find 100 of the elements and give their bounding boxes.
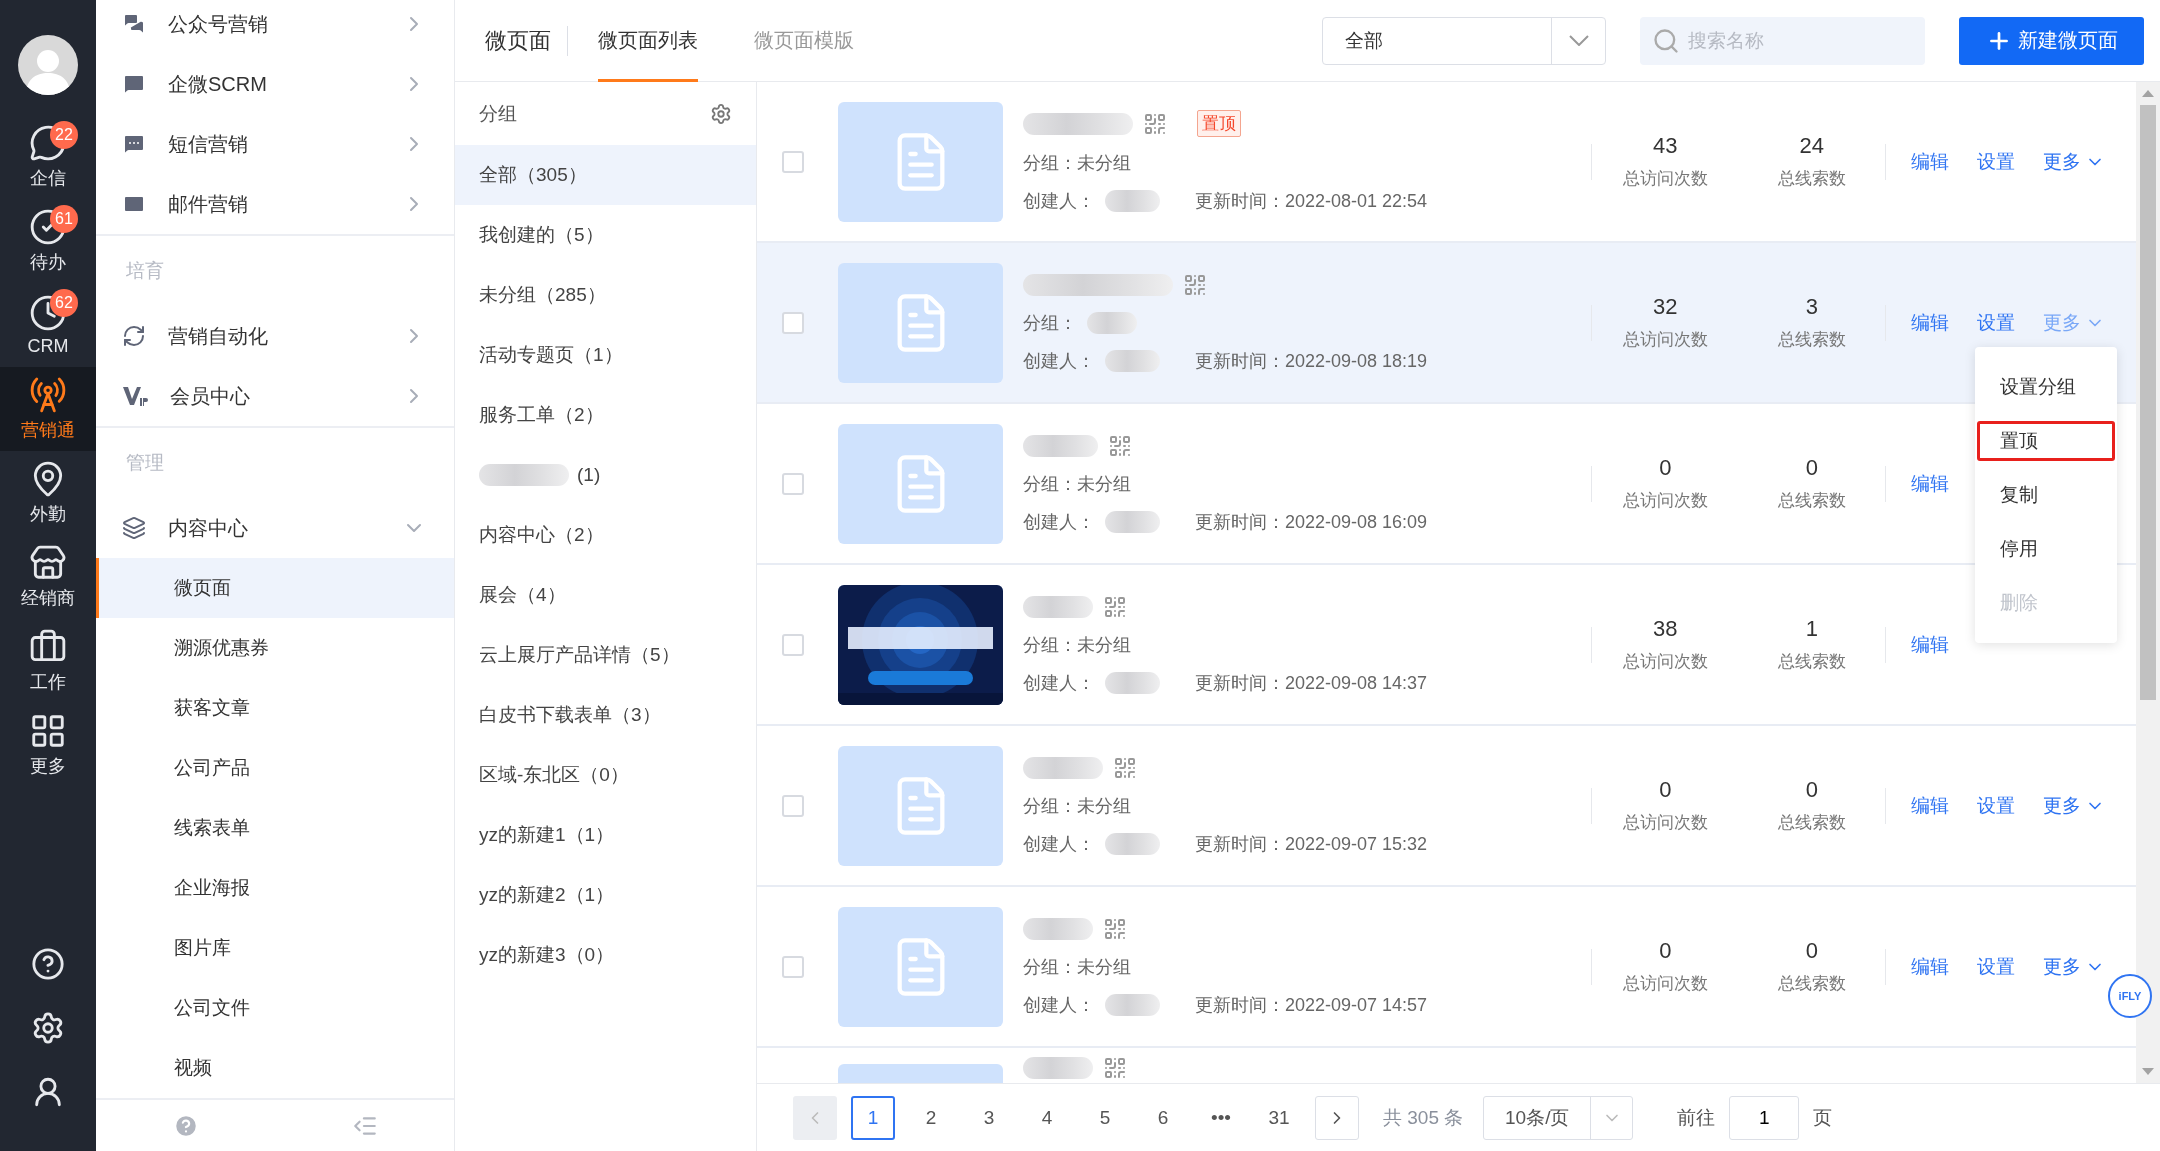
group-text: 分组： [1023,311,1077,335]
action-link[interactable]: 设置 [1977,148,2015,175]
stat-label: 总线索数 [1777,973,1846,995]
group-item[interactable]: 未分组（285） [455,265,756,325]
lead-count: 0 [1805,938,1818,964]
creator-label: 创建人： [1023,510,1095,534]
visit-count: 38 [1653,616,1678,642]
nav-subitem[interactable]: 公司文件 [96,978,454,1038]
page-button[interactable]: 1 [851,1095,895,1140]
stat-label: 总线索数 [1777,812,1846,834]
count-badge: 22 [50,121,78,149]
action-link[interactable]: 编辑 [1911,792,1949,819]
tab[interactable]: 微页面列表 [598,0,698,82]
lead-count: 3 [1805,294,1818,320]
action-link[interactable]: 编辑 [1911,470,1949,497]
section-title: 管理 [125,451,165,475]
group-item[interactable]: yz的新建2（1） [455,865,756,925]
creator-label: 创建人： [1023,349,1095,373]
nav-subitem[interactable]: 公司产品 [96,738,454,798]
menu-item[interactable]: 复制 [1977,475,2115,515]
stat-label: 总访问次数 [1622,973,1708,995]
page-size-select[interactable]: 10条/页 [1483,1095,1634,1140]
creator-label: 创建人： [1023,832,1095,856]
nav-subitem[interactable]: 图片库 [96,918,454,978]
rail-item[interactable]: 外勤 [0,451,96,535]
creator-label: 创建人： [1023,993,1095,1017]
rail-item[interactable]: 经销商 [0,535,96,619]
action-link[interactable]: 编辑 [1911,309,1949,336]
nav-item[interactable]: 内容中心 [96,498,454,558]
group-item[interactable]: 云上展厅产品详情（5） [455,625,756,685]
nav-item[interactable]: 会员中心 [96,366,454,426]
more-link[interactable]: 更多 [2043,148,2105,175]
group-item[interactable]: 我创建的（5） [455,205,756,265]
stat-label: 总线索数 [1777,490,1846,512]
more-link[interactable]: 更多 [2043,953,2105,980]
search-field[interactable]: 搜索名称 [1640,16,1925,65]
action-link[interactable]: 设置 [1977,953,2015,980]
updated-time: 更新时间：2022-09-08 16:09 [1195,510,1428,534]
lead-count: 0 [1805,777,1818,803]
group-text: 分组：未分组 [1023,152,1131,175]
action-link[interactable]: 编辑 [1911,148,1949,175]
group-item[interactable]: yz的新建1（1） [455,805,756,865]
nav-item[interactable]: 邮件营销 [96,174,454,234]
rail-item[interactable]: 企信 22 [0,115,96,199]
action-link[interactable]: 编辑 [1911,631,1949,658]
goto-suffix: 页 [1813,1105,1833,1130]
rail-item[interactable]: 营销通 [0,367,96,451]
visit-count: 0 [1659,938,1672,964]
nav-subitem[interactable]: 线索表单 [96,798,454,858]
group-item[interactable]: 全部（305） [455,145,756,205]
create-button[interactable]: 新建微页面 [1959,16,2144,65]
count-badge: 61 [50,205,78,233]
group-item[interactable]: 区域-东北区（0） [455,745,756,805]
creator-label: 创建人： [1023,190,1095,213]
updated-time: 更新时间：2022-09-08 14:37 [1195,671,1428,695]
rail-item[interactable]: CRM 62 [0,283,96,367]
group-text: 分组：未分组 [1023,794,1131,818]
nav-subitem[interactable]: 微页面 [96,558,454,618]
rail-item[interactable]: 待办 61 [0,199,96,283]
updated-time: 更新时间：2022-09-07 14:57 [1195,993,1428,1017]
stat-label: 总线索数 [1777,329,1846,351]
nav-item[interactable]: 企微SCRM [96,54,454,114]
groups-title: 分组 [479,101,517,126]
filter-select[interactable]: 全部 [1322,16,1606,65]
more-link[interactable]: 更多 [2043,792,2105,819]
nav-subitem[interactable]: 视频 [96,1038,454,1098]
rail-item[interactable]: 更多 [0,703,96,787]
nav-subitem[interactable]: 企业海报 [96,858,454,918]
nav-subitem[interactable]: 获客文章 [96,678,454,738]
total-count: 共 305 条 [1383,1105,1464,1130]
group-item[interactable]: 展会（4） [455,565,756,625]
group-text: 分组：未分组 [1023,633,1131,657]
menu-item[interactable]: 设置分组 [1977,367,2115,407]
menu-item[interactable]: 置顶 [1977,421,2115,461]
stat-label: 总访问次数 [1622,490,1708,512]
goto-field[interactable]: 1 [1729,1095,1800,1140]
goto-label: 前往 [1677,1105,1716,1130]
visit-count: 0 [1659,455,1672,481]
action-link[interactable]: 编辑 [1911,953,1949,980]
stat-label: 总线索数 [1777,651,1846,673]
group-item[interactable]: 活动专题页（1） [455,325,756,385]
stat-label: 总访问次数 [1622,329,1708,351]
group-item[interactable]: (1) [455,445,756,505]
nav-item[interactable]: 短信营销 [96,114,454,174]
group-text: 分组：未分组 [1023,472,1131,496]
visit-count: 0 [1659,777,1672,803]
group-item[interactable]: 服务工单（2） [455,385,756,445]
nav-item[interactable]: 营销自动化 [96,306,454,366]
nav-item[interactable]: 公众号营销 [96,0,454,54]
stat-label: 总访问次数 [1622,168,1708,190]
visit-count: 43 [1653,133,1678,159]
group-item[interactable]: yz的新建3（0） [455,925,756,985]
group-item[interactable]: 内容中心（2） [455,505,756,565]
group-item[interactable]: 白皮书下载表单（3） [455,685,756,745]
nav-subitem[interactable]: 溯源优惠券 [96,618,454,678]
updated-time: 更新时间：2022-09-07 15:32 [1195,832,1428,856]
action-link[interactable]: 设置 [1977,792,2015,819]
action-link[interactable]: 设置 [1977,309,2015,336]
rail-item[interactable]: 工作 [0,619,96,703]
creator-label: 创建人： [1023,671,1095,695]
